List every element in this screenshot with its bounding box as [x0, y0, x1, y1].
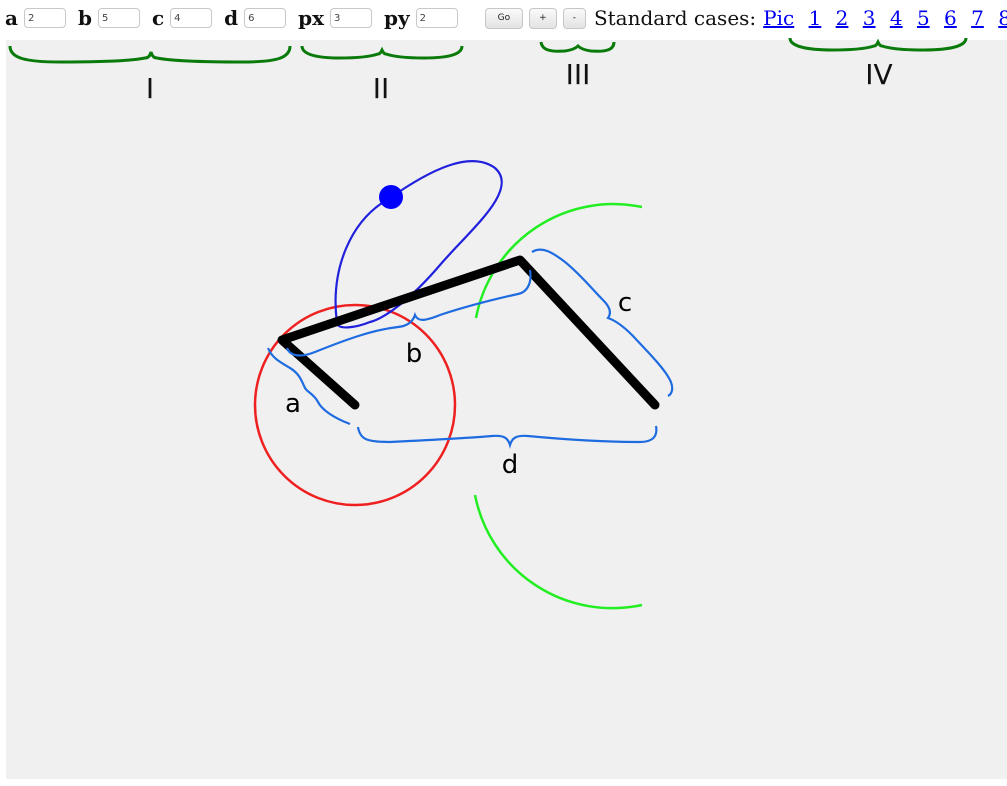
group-label-3: III [566, 58, 591, 91]
brace-group-2 [300, 45, 464, 60]
brace-group-3 [539, 41, 616, 53]
linkage-drawing: a b c d [253, 160, 674, 610]
link-label-a: a [285, 389, 301, 419]
group-annotations: I II III IV [8, 37, 968, 105]
link-label-d: d [502, 450, 519, 480]
brace-group-1 [8, 45, 292, 64]
arc-c-lower [473, 494, 643, 610]
group-label-2: II [373, 72, 390, 105]
group-label-1: I [146, 72, 154, 105]
group-label-4: IV [865, 58, 892, 91]
linkage-canvas[interactable]: a b c d [6, 40, 1007, 779]
link-label-c: c [618, 288, 632, 318]
coupler-curve [334, 160, 503, 329]
brace-group-4 [788, 37, 968, 52]
point-p [379, 185, 403, 209]
link-label-b: b [406, 339, 423, 369]
brace-c [531, 248, 674, 397]
brace-d [356, 425, 658, 449]
